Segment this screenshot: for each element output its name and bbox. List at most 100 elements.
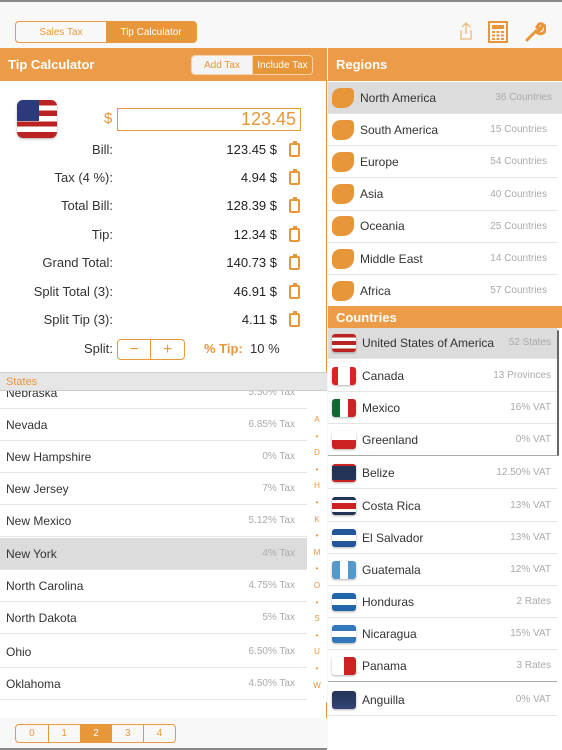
clipboard-icon[interactable] bbox=[289, 254, 300, 270]
section-index-item[interactable]: • bbox=[309, 498, 325, 507]
state-row[interactable]: Nevada 6.85% Tax bbox=[0, 409, 307, 441]
country-row[interactable]: United States of America 52 States bbox=[328, 328, 557, 359]
state-row[interactable]: New York 4% Tax bbox=[0, 538, 307, 570]
states-header: States bbox=[0, 372, 327, 391]
region-row[interactable]: Europe 54 Countries bbox=[328, 146, 557, 179]
region-row[interactable]: Oceania 25 Countries bbox=[328, 210, 557, 243]
region-row[interactable]: Asia 40 Countries bbox=[328, 178, 557, 211]
country-row[interactable]: Nicaragua 15% VAT bbox=[328, 618, 557, 650]
split-count-3[interactable]: 3 bbox=[111, 725, 143, 742]
section-index-item[interactable]: • bbox=[309, 564, 325, 573]
region-row[interactable]: Africa 57 Countries bbox=[328, 275, 557, 308]
calculator-icon[interactable] bbox=[488, 21, 508, 43]
section-index-item[interactable]: K bbox=[309, 515, 325, 524]
split-minus-button[interactable]: − bbox=[118, 340, 152, 359]
share-icon[interactable] bbox=[458, 21, 474, 41]
tab-sales-tax[interactable]: Sales Tax bbox=[16, 22, 106, 42]
section-index-item[interactable]: • bbox=[309, 598, 325, 607]
country-row[interactable]: Mexico 16% VAT bbox=[328, 392, 557, 424]
countries-header: Countries bbox=[328, 306, 562, 328]
split-count-1[interactable]: 1 bbox=[47, 725, 80, 742]
region-row[interactable]: South America 15 Countries bbox=[328, 114, 557, 147]
state-row[interactable]: North Dakota 5% Tax bbox=[0, 602, 307, 634]
region-count: 57 Countries bbox=[490, 285, 547, 297]
country-name: Anguilla bbox=[362, 692, 405, 707]
split-count-2[interactable]: 2 bbox=[79, 725, 112, 742]
country-name: Nicaragua bbox=[362, 626, 417, 641]
section-index-item[interactable]: • bbox=[309, 664, 325, 673]
calc-value: 4.94 $ bbox=[240, 170, 277, 185]
state-row[interactable]: Oklahoma 4.50% Tax bbox=[0, 668, 307, 700]
section-index-item[interactable]: • bbox=[309, 465, 325, 474]
state-row[interactable]: New Mexico 5.12% Tax bbox=[0, 505, 307, 537]
split-count-0[interactable]: 0 bbox=[16, 725, 48, 742]
calc-label: Tax (4 %): bbox=[54, 170, 113, 185]
state-tax: 4.75% Tax bbox=[248, 580, 295, 591]
country-row[interactable]: Panama 3 Rates bbox=[328, 650, 557, 682]
state-tax: 0% Tax bbox=[262, 451, 295, 462]
split-count-4[interactable]: 4 bbox=[143, 725, 175, 742]
africa-map-icon bbox=[332, 280, 354, 301]
canada-flag-icon bbox=[332, 366, 356, 385]
country-row[interactable]: El Salvador 13% VAT bbox=[328, 522, 557, 554]
greenland-flag-icon bbox=[332, 430, 356, 449]
country-name: El Salvador bbox=[362, 530, 424, 545]
country-row[interactable]: Honduras 2 Rates bbox=[328, 586, 557, 618]
section-index-item[interactable]: M bbox=[309, 548, 325, 557]
clipboard-icon[interactable] bbox=[289, 141, 300, 157]
section-index-item[interactable]: A bbox=[309, 415, 325, 424]
region-row[interactable]: North America 36 Countries bbox=[328, 82, 562, 114]
state-row[interactable]: New Jersey 7% Tax bbox=[0, 473, 307, 505]
tab-tip-calculator[interactable]: Tip Calculator bbox=[106, 22, 196, 42]
region-row[interactable]: Middle East 14 Countries bbox=[328, 243, 557, 275]
country-name: Costa Rica bbox=[362, 498, 421, 513]
el-salvador-flag-icon bbox=[332, 528, 356, 547]
country-row[interactable]: Belize 12.50% VAT bbox=[328, 457, 557, 489]
country-row[interactable]: Anguilla 0% VAT bbox=[328, 684, 557, 716]
state-tax: 5% Tax bbox=[262, 612, 295, 623]
country-row[interactable]: Canada 13 Provinces bbox=[328, 360, 557, 392]
currency-symbol: $ bbox=[104, 110, 113, 127]
split-stepper: − + bbox=[117, 339, 185, 360]
state-row[interactable]: Ohio 6.50% Tax bbox=[0, 636, 307, 668]
region-count: 54 Countries bbox=[490, 156, 547, 168]
country-row[interactable]: Costa Rica 13% VAT bbox=[328, 490, 557, 522]
states-list[interactable]: Nebraska 5.50% Tax Nevada 6.85% Tax New Hamp… bbox=[0, 372, 327, 702]
middle-east-map-icon bbox=[332, 248, 354, 269]
state-tax: 5.12% Tax bbox=[248, 515, 295, 526]
split-plus-button[interactable]: + bbox=[151, 340, 184, 359]
state-row[interactable]: North Carolina 4.75% Tax bbox=[0, 570, 307, 602]
clipboard-icon[interactable] bbox=[289, 311, 300, 327]
clipboard-icon[interactable] bbox=[289, 197, 300, 213]
add-tax-button[interactable]: Add Tax bbox=[192, 56, 252, 74]
state-tax: 6.85% Tax bbox=[248, 419, 295, 430]
section-index-item[interactable]: D bbox=[309, 448, 325, 457]
section-index-item[interactable]: • bbox=[309, 432, 325, 441]
country-info: 3 Rates bbox=[516, 660, 551, 671]
split-label: Split: bbox=[84, 341, 113, 356]
region-count: 25 Countries bbox=[490, 220, 547, 232]
country-row[interactable]: Greenland 0% VAT bbox=[328, 424, 557, 456]
united-states-of-america-flag-icon bbox=[332, 333, 356, 352]
section-index-item[interactable]: • bbox=[309, 631, 325, 640]
section-index-item[interactable]: U bbox=[309, 647, 325, 656]
state-row[interactable]: Oregon0% Tax bbox=[0, 700, 307, 702]
clipboard-icon[interactable] bbox=[289, 283, 300, 299]
section-index-item[interactable]: H bbox=[309, 481, 325, 490]
include-tax-button[interactable]: Include Tax bbox=[251, 56, 312, 74]
state-row[interactable]: New Hampshire 0% Tax bbox=[0, 441, 307, 473]
section-index-item[interactable]: W bbox=[309, 681, 325, 690]
countries-scrollbar[interactable] bbox=[557, 330, 559, 456]
section-index-item[interactable]: O bbox=[309, 581, 325, 590]
amount-input[interactable]: 123.45 bbox=[117, 108, 301, 131]
clipboard-icon[interactable] bbox=[289, 169, 300, 185]
state-name: Ohio bbox=[6, 644, 32, 659]
country-name: Honduras bbox=[362, 594, 415, 609]
wrench-icon[interactable] bbox=[524, 21, 546, 43]
section-index-item[interactable]: S bbox=[309, 614, 325, 623]
country-row[interactable]: Guatemala 12% VAT bbox=[328, 554, 557, 586]
asia-map-icon bbox=[332, 184, 354, 205]
section-index-item[interactable]: • bbox=[309, 531, 325, 540]
clipboard-icon[interactable] bbox=[289, 226, 300, 242]
countries-list[interactable]: United States of America 52 States Canada 1… bbox=[328, 328, 562, 718]
